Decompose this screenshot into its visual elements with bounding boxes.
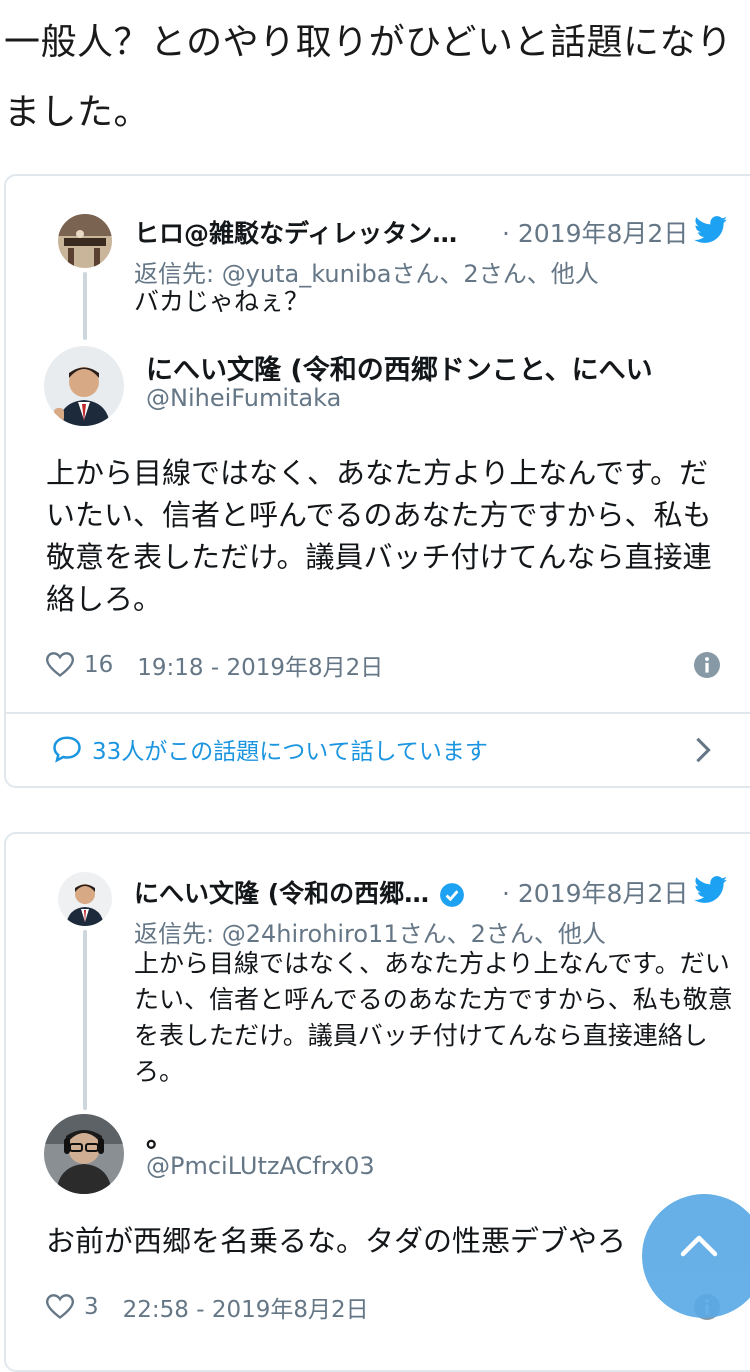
author-handle[interactable]: @NiheiFumitaka	[146, 384, 341, 412]
tweet-meta: 3 22:58 - 2019年8月2日	[46, 1290, 369, 1324]
parent-author-name-text[interactable]: にへい文隆 (令和の西郷…	[134, 879, 429, 908]
chevron-right-icon[interactable]	[694, 736, 712, 764]
tweet-timestamp[interactable]: 19:18 - 2019年8月2日	[137, 648, 383, 682]
thread-line	[83, 930, 87, 1110]
tweet-meta: 16 19:18 - 2019年8月2日	[46, 648, 383, 682]
avatar[interactable]	[58, 872, 112, 926]
parent-date[interactable]: · 2019年8月2日	[502, 214, 688, 250]
thread-line	[83, 272, 87, 340]
like-count[interactable]: 3	[84, 1294, 99, 1320]
parent-author-name[interactable]: ヒロ@雑駁なディレッタン…	[134, 214, 457, 250]
speech-bubble-icon	[53, 736, 81, 763]
conversation-label[interactable]: 33人がこの話題について話しています	[92, 732, 488, 766]
parent-author-name[interactable]: にへい文隆 (令和の西郷…	[134, 874, 465, 910]
embedded-tweet-card[interactable]: にへい文隆 (令和の西郷… · 2019年8月2日 返信先: @24hirohi…	[4, 832, 750, 1372]
avatar[interactable]	[58, 214, 112, 268]
tweet-text: お前が西郷を名乗るな。タダの性悪デブやろ	[46, 1224, 627, 1258]
chevron-up-icon	[680, 1235, 718, 1257]
twitter-bird-icon[interactable]	[694, 216, 728, 244]
author-handle[interactable]: @PmciLUtzACfrx03	[146, 1152, 375, 1180]
intro-text: 一般人？とのやり取りがひどいと話題になりました。	[4, 22, 733, 133]
verified-badge-icon	[440, 883, 465, 907]
avatar[interactable]	[44, 1114, 124, 1194]
like-count[interactable]: 16	[84, 652, 113, 678]
twitter-bird-icon[interactable]	[694, 876, 728, 904]
parent-tweet-text: 上から目線ではなく、あなた方より上なんです。だいたい、信者と呼んでるのあなた方で…	[134, 949, 733, 1086]
info-icon[interactable]	[694, 652, 720, 678]
author-name[interactable]: にへい文隆 (令和の西郷ドンこと、にへい	[146, 348, 653, 387]
tweet-text: 上から目線ではなく、あなた方より上なんです。だいたい、信者と呼んでるのあなた方で…	[46, 456, 712, 616]
replying-to[interactable]: 返信先: @24hirohiro11さん、2さん、他人	[134, 914, 606, 949]
heart-icon[interactable]	[46, 652, 74, 678]
embedded-tweet-card[interactable]: ヒロ@雑駁なディレッタン… · 2019年8月2日 返信先: @yuta_kun…	[4, 174, 750, 788]
author-name[interactable]: 。	[146, 1116, 173, 1155]
parent-date[interactable]: · 2019年8月2日	[502, 874, 688, 910]
conversation-link[interactable]: 33人がこの話題について話しています	[52, 732, 488, 766]
parent-tweet-text: バカじゃねぇ？	[134, 287, 310, 316]
divider	[6, 712, 750, 714]
avatar[interactable]	[44, 346, 124, 426]
tweet-timestamp[interactable]: 22:58 - 2019年8月2日	[123, 1290, 369, 1324]
heart-icon[interactable]	[46, 1294, 74, 1320]
